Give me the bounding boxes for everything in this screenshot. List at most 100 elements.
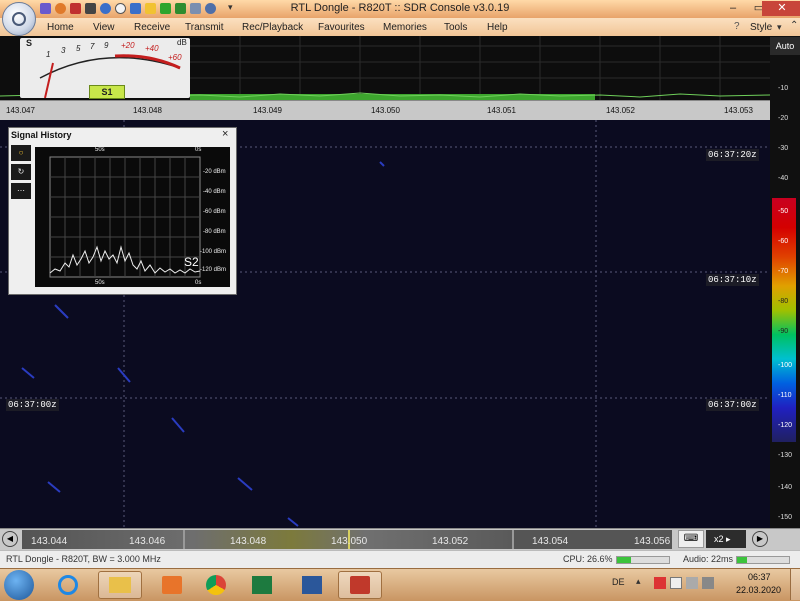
signal-history-record-icon[interactable]: ○	[11, 145, 31, 161]
colorbar-tick: -50	[778, 208, 789, 215]
colorbar-tick: -120	[778, 422, 793, 429]
start-button[interactable]	[4, 570, 34, 600]
level-tick: -130	[778, 452, 793, 459]
excel-icon[interactable]	[240, 571, 284, 599]
app-menu-orb[interactable]	[2, 2, 36, 36]
db-scale-20: +20	[121, 41, 135, 50]
db-scale-60: +60	[168, 53, 182, 62]
menu-view[interactable]: View	[93, 22, 115, 33]
style-dropdown-icon[interactable]: ▾	[777, 22, 782, 33]
ribbon-collapse-icon[interactable]: ⌃	[790, 20, 798, 31]
freq-label: 143.048	[133, 106, 162, 115]
colorbar-tick: -100	[778, 362, 793, 369]
scroller-divider	[512, 530, 514, 549]
signal-history-db-label: -100 dBm	[200, 249, 227, 255]
menu-receive[interactable]: Receive	[134, 22, 170, 33]
status-cpu: CPU: 26.6%	[563, 554, 613, 564]
audio-meter-fill	[737, 557, 748, 563]
s-scale-3: 3	[61, 46, 66, 55]
style-menu[interactable]: Style	[750, 22, 772, 33]
signal-history-db-label: -60 dBm	[203, 209, 226, 215]
menu-memories[interactable]: Memories	[383, 22, 427, 33]
signal-history-badge: S2	[184, 255, 199, 269]
auto-button[interactable]: Auto	[770, 37, 800, 55]
nav-freq-label: 143.048	[230, 536, 267, 547]
menu-rec-playback[interactable]: Rec/Playback	[242, 22, 303, 33]
signal-history-close-icon[interactable]: ×	[222, 128, 228, 140]
s-meter-s-label: S	[26, 38, 33, 48]
show-desktop-button[interactable]	[790, 569, 800, 600]
media-player-icon[interactable]	[150, 571, 194, 599]
close-button[interactable]: ✕	[762, 1, 800, 16]
language-indicator[interactable]: DE	[612, 577, 625, 587]
level-tick: -10	[778, 85, 789, 92]
zoom-select[interactable]: x2 ▸	[706, 530, 746, 548]
clock-time[interactable]: 06:37	[748, 572, 771, 582]
scroll-right-icon[interactable]: ▶	[752, 531, 768, 547]
level-tick: -40	[778, 175, 789, 182]
scroller-divider	[183, 530, 185, 549]
s-scale-5: 5	[76, 44, 81, 53]
nav-freq-label: 143.044	[31, 536, 68, 547]
nav-freq-label: 143.050	[331, 536, 368, 547]
app-menu-icon	[12, 12, 26, 26]
waterfall-left-time-label: 06:37:00z	[6, 399, 59, 411]
signal-history-title: Signal History	[11, 130, 72, 140]
nav-freq-label: 143.052	[432, 536, 469, 547]
colorbar-tick: -90	[778, 328, 789, 335]
waterfall-time-label: 06:37:20z	[706, 149, 759, 161]
freq-label: 143.053	[724, 106, 753, 115]
network-tray-icon[interactable]	[686, 577, 698, 589]
colorbar-tick: -110	[778, 392, 792, 399]
keyboard-icon[interactable]: ⌨	[678, 530, 704, 548]
signal-history-db-label: -120 dBm	[200, 267, 227, 273]
cpu-meter-fill	[617, 557, 632, 563]
zoom-value: x2	[714, 534, 724, 544]
s-meter-db-label: dB	[177, 38, 187, 47]
audio-meter	[736, 556, 790, 564]
s-scale-7: 7	[90, 42, 95, 51]
menu-home[interactable]: Home	[47, 22, 74, 33]
internet-explorer-icon[interactable]	[46, 571, 90, 599]
colorbar-tick: -70	[778, 268, 789, 275]
signal-history-top-time: 50s	[95, 147, 105, 153]
word-icon[interactable]	[290, 571, 334, 599]
minimize-button[interactable]: ‒	[720, 1, 746, 16]
flag-tray-icon[interactable]	[670, 577, 682, 589]
menu-help[interactable]: Help	[487, 22, 508, 33]
help-circle-icon[interactable]: ?	[734, 21, 740, 32]
freq-label: 143.052	[606, 106, 635, 115]
level-tick: -150	[778, 514, 793, 521]
signal-history-more-icon[interactable]: ⋯	[11, 183, 31, 199]
level-tick: -30	[778, 145, 789, 152]
level-tick: -140	[778, 484, 793, 491]
colorbar-tick: -60	[778, 238, 789, 245]
signal-history-graph	[49, 156, 201, 278]
menu-tools[interactable]: Tools	[444, 22, 467, 33]
menu-favourites[interactable]: Favourites	[318, 22, 365, 33]
signal-history-db-label: -20 dBm	[203, 169, 226, 175]
nav-freq-label: 143.046	[129, 536, 166, 547]
scroll-left-icon[interactable]: ◀	[2, 531, 18, 547]
db-scale-40: +40	[145, 44, 159, 53]
tray-expand-icon[interactable]: ▴	[636, 576, 641, 587]
signal-history-db-label: -80 dBm	[203, 229, 226, 235]
signal-history-db-label: -40 dBm	[203, 189, 226, 195]
signal-history-bottom-time: 50s	[95, 280, 105, 286]
file-explorer-icon[interactable]	[98, 571, 142, 599]
color-scale-bar[interactable]	[772, 198, 796, 442]
signal-history-bottom-time-end: 0s	[195, 280, 202, 286]
waterfall-time-label: 06:37:00z	[706, 399, 759, 411]
sdr-console-icon[interactable]	[338, 571, 382, 599]
nav-freq-label: 143.054	[532, 536, 569, 547]
cpu-meter	[616, 556, 670, 564]
clock-date[interactable]: 22.03.2020	[736, 585, 781, 595]
level-tick: -20	[778, 115, 789, 122]
signal-history-reset-icon[interactable]: ↻	[11, 164, 31, 180]
antivirus-tray-icon[interactable]	[654, 577, 666, 589]
menu-transmit[interactable]: Transmit	[185, 22, 224, 33]
colorbar-tick: -80	[778, 298, 789, 305]
status-device: RTL Dongle - R820T, BW = 3.000 MHz	[6, 554, 161, 564]
chrome-icon[interactable]	[194, 571, 238, 599]
volume-tray-icon[interactable]	[702, 577, 714, 589]
